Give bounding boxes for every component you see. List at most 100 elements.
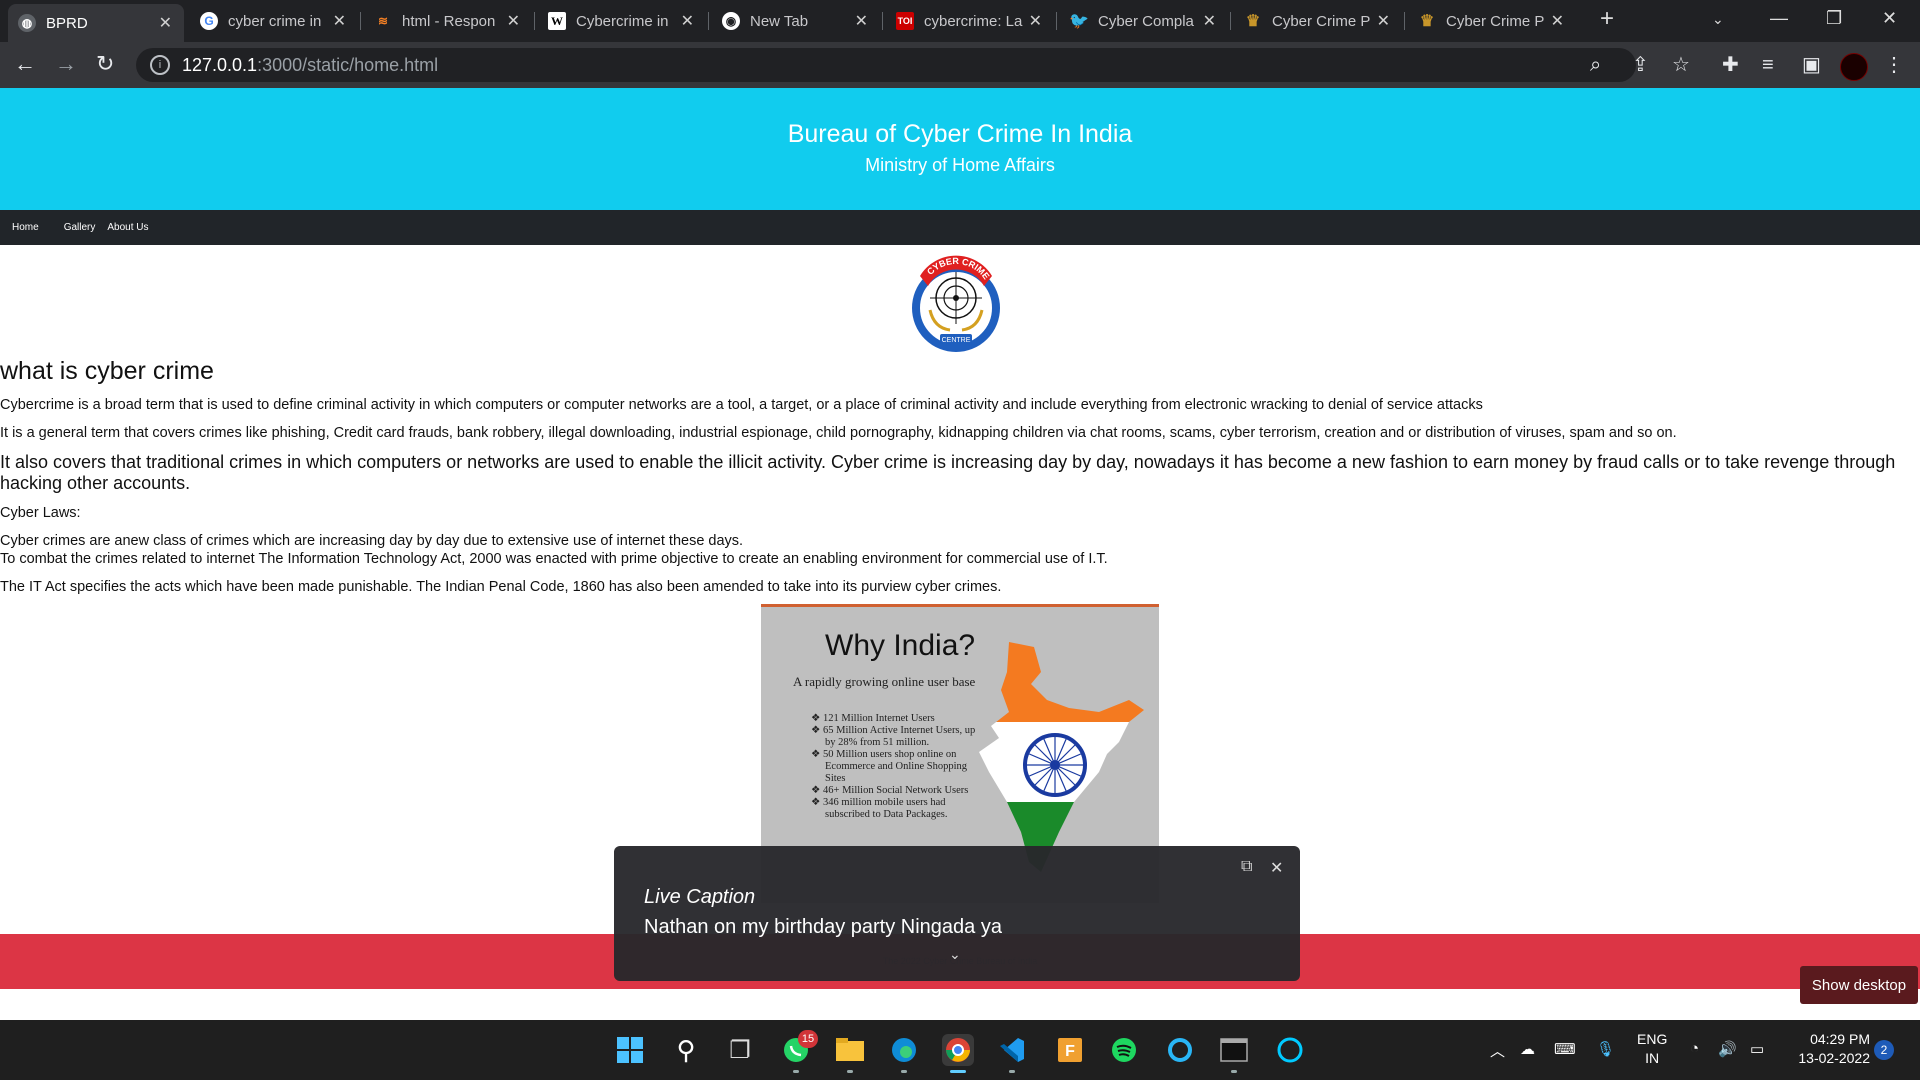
- tab-title: Cyber Crime P: [1446, 12, 1545, 30]
- active-indicator: [950, 1070, 966, 1073]
- close-tab-icon[interactable]: ✕: [1029, 11, 1042, 31]
- open-external-icon[interactable]: ⧉: [1241, 858, 1252, 876]
- browser-toolbar: ← → ↻ i 127.0.0.1:3000/static/home.html …: [0, 42, 1920, 88]
- running-indicator: [901, 1070, 907, 1073]
- close-tab-icon[interactable]: ✕: [507, 11, 520, 31]
- forward-arrow-icon[interactable]: →: [55, 52, 77, 76]
- tab-title: BPRD: [46, 14, 88, 32]
- paragraph-laws: Cyber crimes are anew class of crimes wh…: [0, 532, 1915, 568]
- close-tab-icon[interactable]: ✕: [855, 11, 868, 31]
- fl-app-icon[interactable]: F: [1054, 1034, 1086, 1066]
- tab-bprd[interactable]: ◍ BPRD ✕: [8, 4, 184, 42]
- nav-about-link[interactable]: About Us: [107, 222, 148, 233]
- google-icon: G: [200, 12, 218, 30]
- spotify-icon[interactable]: [1108, 1034, 1140, 1066]
- cortana-icon[interactable]: [1164, 1034, 1196, 1066]
- tab-cyber-crime-1[interactable]: ♛ Cyber Crime P ✕: [1234, 6, 1402, 36]
- bookmark-star-icon[interactable]: ☆: [1672, 54, 1690, 76]
- running-indicator: [793, 1070, 799, 1073]
- close-tab-icon[interactable]: ✕: [159, 13, 172, 33]
- site-header: Bureau of Cyber Crime In India Ministry …: [0, 88, 1920, 210]
- language-indicator[interactable]: ENG IN: [1637, 1030, 1667, 1068]
- site-info-icon[interactable]: i: [150, 55, 170, 75]
- running-indicator: [1009, 1070, 1015, 1073]
- tray-overflow-chevron-icon[interactable]: ︿: [1490, 1040, 1505, 1061]
- task-view-icon[interactable]: ❐: [724, 1034, 756, 1066]
- tab-separator: [534, 12, 535, 30]
- media-control-icon[interactable]: ≡: [1762, 54, 1774, 76]
- tab-search-chevron-icon[interactable]: ⌄: [1712, 11, 1724, 28]
- tab-twitter[interactable]: 🐦 Cyber Compla ✕: [1060, 6, 1228, 36]
- close-tab-icon[interactable]: ✕: [1551, 11, 1564, 31]
- tab-strip: ◍ BPRD ✕ G cyber crime in ✕ ≋ html - Res…: [0, 0, 1920, 42]
- tab-wikipedia[interactable]: W Cybercrime in ✕: [538, 6, 706, 36]
- slide-title: Why India?: [825, 629, 976, 662]
- minimize-button[interactable]: —: [1770, 8, 1788, 29]
- live-caption-panel: ⧉ ✕ Live Caption Nathan on my birthday p…: [614, 846, 1300, 981]
- extensions-puzzle-icon[interactable]: ✚: [1722, 54, 1739, 76]
- vscode-icon[interactable]: [996, 1034, 1028, 1066]
- svg-text:F: F: [1065, 1043, 1075, 1060]
- paragraph-traditional: It also covers that traditional crimes i…: [0, 452, 1896, 493]
- tab-separator: [882, 12, 883, 30]
- share-icon[interactable]: ⇪: [1632, 54, 1649, 76]
- url-host: 127.0.0.1: [182, 54, 258, 75]
- twitter-icon: 🐦: [1069, 13, 1089, 30]
- close-tab-icon[interactable]: ✕: [1377, 11, 1390, 31]
- clock-date: 13-02-2022: [1798, 1050, 1870, 1066]
- cyber-laws-label: Cyber Laws:: [0, 505, 81, 521]
- touch-keyboard-icon[interactable]: ⌨: [1554, 1040, 1576, 1058]
- chrome-taskbar-icon[interactable]: [942, 1034, 974, 1066]
- tab-title: cybercrime: La: [924, 12, 1023, 30]
- tab-toi[interactable]: TOI cybercrime: La ✕: [886, 6, 1054, 36]
- page-heading: what is cyber crime: [0, 357, 214, 385]
- profile-avatar[interactable]: [1840, 53, 1868, 81]
- edge-icon[interactable]: [888, 1034, 920, 1066]
- tab-new-tab[interactable]: ◉ New Tab ✕: [712, 6, 880, 36]
- menu-dots-icon[interactable]: ⋮: [1884, 54, 1904, 76]
- microphone-icon[interactable]: 🎙: [1596, 1040, 1615, 1058]
- volume-icon[interactable]: 🔊: [1718, 1040, 1737, 1058]
- clock-time: 04:29 PM: [1810, 1031, 1870, 1047]
- zoom-icon[interactable]: ⌕: [1590, 54, 1601, 76]
- tab-cyber-crime-2[interactable]: ♛ Cyber Crime P ✕: [1408, 6, 1576, 36]
- onedrive-cloud-icon[interactable]: ☁: [1520, 1040, 1535, 1058]
- system-clock[interactable]: 04:29 PM 13-02-2022: [1780, 1030, 1870, 1068]
- toi-icon: TOI: [896, 12, 914, 30]
- reload-icon[interactable]: ↻: [96, 52, 114, 76]
- tab-stackoverflow[interactable]: ≋ html - Respon ✕: [364, 6, 532, 36]
- address-bar[interactable]: i 127.0.0.1:3000/static/home.html: [136, 48, 1636, 82]
- notification-badge[interactable]: 2: [1874, 1040, 1894, 1060]
- start-windows-icon[interactable]: [614, 1034, 646, 1066]
- nav-home-link[interactable]: Home: [12, 222, 39, 233]
- wifi-icon[interactable]: ◔: [1690, 1040, 1699, 1057]
- nav-gallery-link[interactable]: Gallery: [64, 222, 96, 233]
- new-tab-button[interactable]: +: [1600, 5, 1614, 33]
- tab-google[interactable]: G cyber crime in ✕: [190, 6, 358, 36]
- logo-bottom-text: CENTRE: [942, 337, 971, 344]
- paragraph-laws-line1: Cyber crimes are anew class of crimes wh…: [0, 533, 744, 549]
- close-tab-icon[interactable]: ✕: [333, 11, 346, 31]
- alexa-icon[interactable]: [1274, 1034, 1306, 1066]
- site-navbar: Home Gallery About Us: [0, 210, 1920, 245]
- close-window-button[interactable]: ✕: [1882, 8, 1897, 29]
- stackoverflow-icon: ≋: [377, 14, 389, 28]
- close-tab-icon[interactable]: ✕: [1203, 11, 1216, 31]
- site-subtitle: Ministry of Home Affairs: [865, 155, 1055, 175]
- close-tab-icon[interactable]: ✕: [681, 11, 694, 31]
- terminal-icon[interactable]: [1218, 1034, 1250, 1066]
- back-arrow-icon[interactable]: ←: [14, 52, 36, 76]
- expand-chevron-icon[interactable]: ⌄: [949, 946, 961, 963]
- slide-bullet: 46+ Million Social Network Users: [823, 785, 976, 797]
- emblem-icon: ♛: [1245, 13, 1261, 30]
- close-caption-icon[interactable]: ✕: [1270, 858, 1283, 878]
- tab-separator: [360, 12, 361, 30]
- battery-icon[interactable]: ▭: [1750, 1040, 1764, 1058]
- restore-button[interactable]: ❐: [1826, 8, 1842, 29]
- tab-title: html - Respon: [402, 12, 496, 30]
- windows-taskbar: ⚲ ❐ F ︿ ☁ ⌨ 🎙 ◔ 🔊 ▭: [0, 1020, 1920, 1080]
- file-explorer-icon[interactable]: [834, 1034, 866, 1066]
- site-title: Bureau of Cyber Crime In India: [787, 120, 1133, 148]
- search-icon[interactable]: ⚲: [670, 1034, 702, 1066]
- side-panel-icon[interactable]: ▣: [1802, 54, 1821, 76]
